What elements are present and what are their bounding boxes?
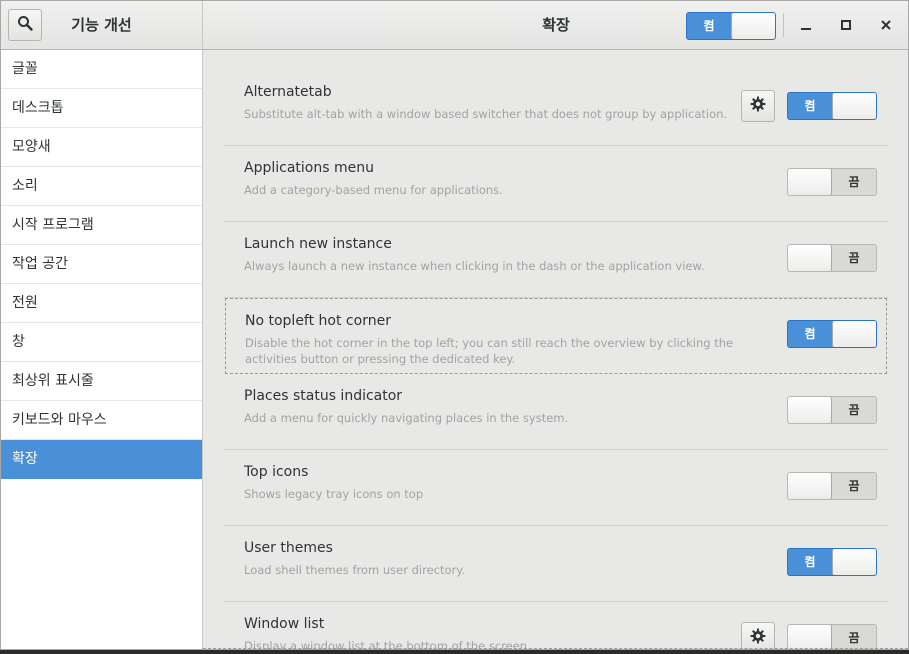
switch-label: 켬 [703,19,715,33]
switch-label: 끔 [848,251,860,265]
extension-toggle[interactable]: 끔 [787,168,877,196]
page-title: 확장 [542,16,570,34]
extension-row-launch-new-instance: Launch new instance Always launch a new … [223,222,889,298]
extension-description: Substitute alt-tab with a window based s… [244,107,728,121]
sidebar-item-extensions[interactable]: 확장 [1,440,202,479]
extension-toggle[interactable]: 켬 [787,92,877,120]
extension-row-no-topleft-hot-corner: No topleft hot corner Disable the hot co… [225,298,887,374]
sidebar-item-appearance[interactable]: 모양새 [1,128,202,167]
close-button[interactable] [874,13,898,37]
header-bar: 기능 개선 확장 켬 [1,1,908,50]
extension-settings-button[interactable] [741,90,775,122]
sidebar-item-fonts[interactable]: 글꼴 [1,50,202,89]
extension-row-top-icons: Top icons Shows legacy tray icons on top… [223,450,889,526]
sidebar-item-keyboard-mouse[interactable]: 키보드와 마우스 [1,401,202,440]
extension-row-places-status-indicator: Places status indicator Add a menu for q… [223,374,889,450]
switch-knob [788,473,832,499]
extension-name: Applications menu [244,160,374,176]
extension-description: Add a menu for quickly navigating places… [244,411,569,425]
extension-description: Add a category-based menu for applicatio… [244,183,503,197]
minimize-icon [800,16,812,35]
sidebar-item-power[interactable]: 전원 [1,284,202,323]
extension-toggle[interactable]: 끔 [787,472,877,500]
sidebar-item-startup-applications[interactable]: 시작 프로그램 [1,206,202,245]
extension-toggle[interactable]: 끔 [787,396,877,424]
extension-name: Alternatetab [244,84,332,100]
close-icon [880,16,892,35]
minimize-button[interactable] [794,13,818,37]
switch-knob [832,549,876,575]
search-icon [17,15,33,35]
switch-label: 끔 [848,175,860,189]
sidebar-item-sound[interactable]: 소리 [1,167,202,206]
extension-name: Top icons [244,464,309,480]
extension-row-window-list: Window list Display a window list at the… [223,602,889,649]
gear-icon [750,628,766,648]
switch-knob [788,169,832,195]
switch-label: 켬 [804,327,816,341]
tweaks-window: 기능 개선 확장 켬 글꼴 데스크톱 모양새 소리 시작 프로그램 작업 공간 … [0,0,909,650]
extension-name: Window list [244,616,325,632]
sidebar-item-top-bar[interactable]: 최상위 표시줄 [1,362,202,401]
app-title: 기능 개선 [71,16,132,34]
switch-knob [788,625,832,649]
switch-label: 끔 [848,631,860,645]
header-separator [783,13,784,37]
extension-description: Shows legacy tray icons on top [244,487,424,501]
sidebar: 글꼴 데스크톱 모양새 소리 시작 프로그램 작업 공간 전원 창 최상위 표시… [1,50,203,649]
extension-row-user-themes: User themes Load shell themes from user … [223,526,889,602]
extension-name: Places status indicator [244,388,403,404]
extension-name: Launch new instance [244,236,392,252]
search-button[interactable] [8,9,42,41]
list-bottom-edge [203,648,908,649]
switch-label: 끔 [848,479,860,493]
switch-label: 켬 [804,555,816,569]
extension-toggle[interactable]: 끔 [787,624,877,649]
extension-toggle[interactable]: 끔 [787,244,877,272]
extension-toggle[interactable]: 켬 [787,320,877,348]
sidebar-item-desktop[interactable]: 데스크톱 [1,89,202,128]
sidebar-item-windows[interactable]: 창 [1,323,202,362]
extensions-list: Alternatetab Substitute alt-tab with a w… [203,50,908,649]
switch-knob [788,397,832,423]
gear-icon [750,96,766,116]
extension-settings-button[interactable] [741,622,775,649]
extension-description: Always launch a new instance when clicki… [244,259,705,273]
extension-row-alternatetab: Alternatetab Substitute alt-tab with a w… [223,70,889,146]
extension-toggle[interactable]: 켬 [787,548,877,576]
maximize-button[interactable] [834,13,858,37]
extension-description: Disable the hot corner in the top left; … [245,336,734,366]
switch-knob [788,245,832,271]
extension-row-applications-menu: Applications menu Add a category-based m… [223,146,889,222]
extension-name: User themes [244,540,333,556]
extension-description: Load shell themes from user directory. [244,563,466,577]
switch-knob [832,321,876,347]
header-left-pane: 기능 개선 [1,1,203,49]
switch-knob [731,13,775,39]
switch-label: 끔 [848,403,860,417]
extension-name: No topleft hot corner [245,313,391,329]
switch-knob [832,93,876,119]
maximize-icon [840,16,852,35]
extensions-master-switch[interactable]: 켬 [686,12,776,40]
sidebar-item-workspaces[interactable]: 작업 공간 [1,245,202,284]
switch-label: 켬 [804,99,816,113]
